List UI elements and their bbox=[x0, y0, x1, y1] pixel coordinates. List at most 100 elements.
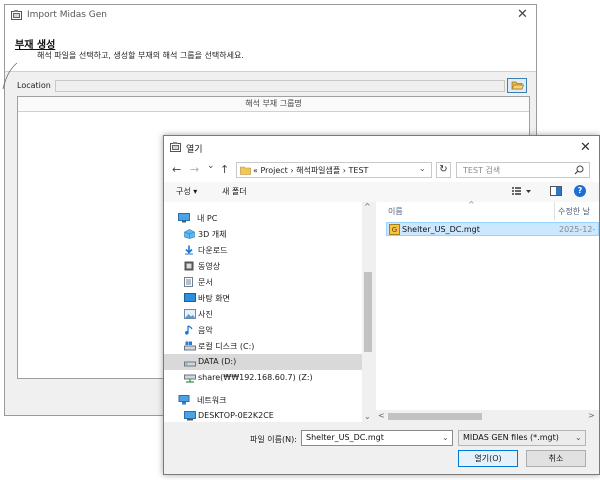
pc-icon bbox=[178, 213, 190, 223]
browse-folder-button[interactable] bbox=[507, 78, 527, 93]
help-icon[interactable]: ? bbox=[574, 185, 586, 197]
sidebar-item[interactable]: 네트워크 bbox=[164, 392, 362, 408]
computer-icon bbox=[184, 411, 196, 421]
file-row[interactable]: G Shelter_US_DC.mgt 2025-12- bbox=[386, 222, 599, 236]
recent-locations-chevron-icon[interactable]: ⌄ bbox=[207, 161, 215, 171]
import-titlebar: Import Midas Gen ✕ bbox=[5, 5, 536, 25]
up-arrow-icon[interactable]: ↑ bbox=[220, 163, 229, 176]
sidebar-item[interactable]: 로컬 디스크 (C:) bbox=[164, 338, 362, 354]
column-name[interactable]: 이름 bbox=[388, 206, 403, 217]
location-label: Location bbox=[17, 81, 51, 90]
network-icon bbox=[178, 395, 190, 405]
sidebar-item-label: DATA (D:) bbox=[198, 357, 237, 366]
folder-icon bbox=[240, 165, 251, 175]
sidebar-item-label: share(₩₩192.168.60.7) (Z:) bbox=[198, 373, 313, 382]
sidebar-item-label: 문서 bbox=[198, 278, 213, 287]
scroll-up-arrow-icon[interactable]: ^ bbox=[364, 202, 371, 211]
sidebar-item[interactable]: 내 PC bbox=[164, 210, 362, 226]
document-icon bbox=[184, 277, 193, 287]
sidebar-item[interactable]: 동영상 bbox=[164, 258, 362, 274]
pictures-icon bbox=[184, 309, 196, 319]
filename-dropdown-chevron-icon[interactable]: ⌄ bbox=[442, 433, 449, 442]
open-dialog-title: 열기 bbox=[186, 145, 203, 155]
mgt-file-icon: G bbox=[389, 224, 400, 235]
import-window-title: Import Midas Gen bbox=[27, 10, 107, 20]
navigation-row: ← → ⌄ ↑ « Project › 해석파일샘플 › TEST ⌄ ↻ TE… bbox=[164, 158, 599, 182]
sort-ascending-icon: ^ bbox=[468, 200, 475, 209]
file-type-chevron-icon: ⌄ bbox=[575, 433, 582, 442]
column-divider[interactable] bbox=[554, 202, 555, 220]
drive-icon bbox=[184, 357, 196, 367]
page-title: 부재 생성 bbox=[15, 40, 56, 51]
sidebar-item[interactable]: 바탕 화면 bbox=[164, 290, 362, 306]
new-folder-button[interactable]: 새 폴더 bbox=[222, 186, 247, 197]
sidebar-item-label: 3D 개체 bbox=[198, 230, 227, 239]
sidebar-item[interactable]: 3D 개체 bbox=[164, 226, 362, 242]
sidebar-item-label: 네트워크 bbox=[197, 396, 227, 405]
scroll-left-arrow-icon[interactable]: < bbox=[378, 411, 385, 420]
import-close-icon[interactable]: ✕ bbox=[517, 7, 528, 22]
sidebar-item[interactable]: 음악 bbox=[164, 322, 362, 338]
video-icon bbox=[184, 261, 194, 271]
preview-pane-icon[interactable] bbox=[550, 186, 562, 196]
file-list-header: 이름 ^ 수정한 날 bbox=[376, 200, 599, 220]
open-file-dialog: 열기 ✕ ← → ⌄ ↑ « Project › 해석파일샘플 › TEST ⌄… bbox=[163, 135, 600, 475]
folder-open-icon bbox=[511, 81, 525, 90]
window-app-icon bbox=[11, 10, 22, 20]
sidebar-item[interactable]: DATA (D:) bbox=[164, 354, 362, 370]
local-disk-icon bbox=[184, 341, 196, 351]
search-placeholder: TEST 검색 bbox=[463, 166, 501, 175]
change-view-icon[interactable] bbox=[512, 186, 534, 196]
filename-label: 파일 이름(N): bbox=[250, 435, 297, 444]
horizontal-scrollbar[interactable]: < > bbox=[376, 410, 599, 422]
dialog-app-icon bbox=[170, 142, 181, 152]
scroll-right-arrow-icon[interactable]: > bbox=[588, 411, 595, 420]
network-drive-icon bbox=[184, 373, 196, 383]
sidebar-item[interactable]: 사진 bbox=[164, 306, 362, 322]
sidebar-item-label: 다운로드 bbox=[198, 246, 228, 255]
sidebar-item[interactable]: 다운로드 bbox=[164, 242, 362, 258]
navigation-scrollbar[interactable]: ^ ⌄ bbox=[362, 202, 374, 422]
refresh-button[interactable]: ↻ bbox=[436, 162, 451, 178]
column-date-modified[interactable]: 수정한 날 bbox=[558, 206, 590, 217]
cancel-button[interactable]: 취소 bbox=[526, 450, 586, 467]
music-icon bbox=[184, 325, 194, 335]
breadcrumb[interactable]: « Project › 해석파일샘플 › TEST bbox=[253, 165, 368, 176]
file-date: 2025-12- bbox=[559, 225, 596, 234]
address-bar[interactable]: « Project › 해석파일샘플 › TEST ⌄ bbox=[236, 162, 432, 178]
location-field[interactable] bbox=[55, 80, 505, 92]
search-input[interactable]: TEST 검색 bbox=[456, 162, 590, 178]
open-button[interactable]: 열기(O) bbox=[458, 450, 518, 467]
command-bar: 구성 ▾ 새 폴더 ? bbox=[164, 182, 599, 202]
sidebar-item-label: 바탕 화면 bbox=[198, 294, 230, 303]
sidebar-item-label: 동영상 bbox=[198, 262, 221, 271]
file-type-value: MIDAS GEN files (*.mgt) bbox=[463, 433, 559, 442]
scrollbar-thumb[interactable] bbox=[364, 272, 372, 352]
filename-input[interactable]: Shelter_US_DC.mgt ⌄ bbox=[301, 430, 453, 446]
svg-text:G: G bbox=[392, 226, 397, 234]
horizontal-scrollbar-thumb[interactable] bbox=[388, 413, 482, 420]
sidebar-item-label: 로컬 디스크 (C:) bbox=[198, 342, 255, 351]
organize-menu-button[interactable]: 구성 ▾ bbox=[176, 186, 197, 197]
open-dialog-close-icon[interactable]: ✕ bbox=[580, 140, 591, 155]
search-icon bbox=[574, 165, 584, 175]
open-dialog-titlebar: 열기 ✕ bbox=[164, 136, 599, 158]
page-subtitle: 해석 파일을 선택하고, 생성할 부재의 해석 그룹을 선택하세요. bbox=[37, 51, 244, 60]
address-dropdown-chevron-icon[interactable]: ⌄ bbox=[419, 164, 426, 173]
sidebar-item[interactable]: 문서 bbox=[164, 274, 362, 290]
sidebar-item-label: 음악 bbox=[198, 326, 213, 335]
import-header: 부재 생성 해석 파일을 선택하고, 생성할 부재의 해석 그룹을 선택하세요. bbox=[5, 25, 536, 72]
forward-arrow-icon[interactable]: → bbox=[190, 163, 199, 176]
sidebar-item-label: 내 PC bbox=[197, 214, 218, 223]
grid-column-header: 해석 부재 그룹명 bbox=[18, 97, 529, 112]
sidebar-item[interactable]: DESKTOP-0E2K2CE bbox=[164, 408, 362, 424]
scroll-down-arrow-icon[interactable]: ⌄ bbox=[364, 412, 371, 421]
sidebar-item[interactable]: share(₩₩192.168.60.7) (Z:) bbox=[164, 370, 362, 386]
desktop-icon bbox=[184, 293, 196, 303]
download-icon bbox=[184, 245, 194, 255]
file-type-select[interactable]: MIDAS GEN files (*.mgt) ⌄ bbox=[458, 430, 586, 446]
sidebar-item-label: DESKTOP-0E2K2CE bbox=[198, 411, 274, 420]
back-arrow-icon[interactable]: ← bbox=[172, 163, 181, 176]
file-name: Shelter_US_DC.mgt bbox=[402, 225, 480, 234]
sidebar-item-label: 사진 bbox=[198, 310, 213, 319]
